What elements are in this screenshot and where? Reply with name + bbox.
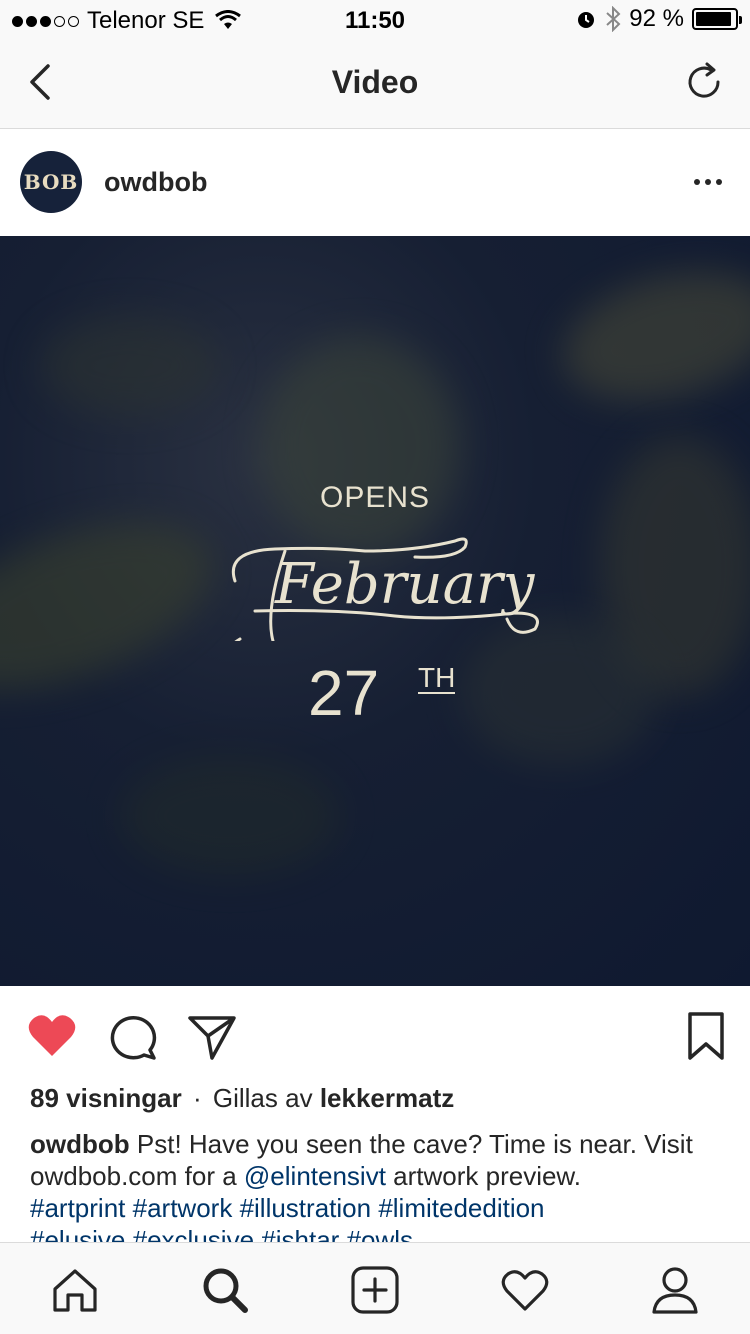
- profile-icon[interactable]: [650, 1265, 700, 1315]
- caption-mention[interactable]: @elintensivt: [244, 1161, 386, 1191]
- search-icon[interactable]: [200, 1265, 250, 1315]
- hashtag[interactable]: #owls: [347, 1225, 413, 1242]
- comment-icon[interactable]: [106, 1010, 158, 1062]
- video-month-text: February: [274, 552, 536, 617]
- hashtag[interactable]: #exclusive: [133, 1225, 254, 1242]
- post-actions: [0, 986, 750, 1082]
- tab-bar: [0, 1242, 750, 1334]
- hashtag[interactable]: #illustration: [240, 1193, 372, 1223]
- video-opens-text: OPENS: [319, 481, 431, 514]
- video-script-text: February: [232, 537, 539, 641]
- bluetooth-icon: [606, 6, 621, 32]
- hashtag[interactable]: #elusive: [30, 1225, 125, 1242]
- battery-percent: 92 %: [629, 5, 684, 32]
- hashtag[interactable]: #ishtar: [261, 1225, 339, 1242]
- new-post-icon[interactable]: [350, 1265, 400, 1315]
- post-username[interactable]: owdbob: [104, 167, 207, 198]
- caption-username[interactable]: owdbob: [30, 1129, 130, 1159]
- avatar-logo-text: BOB: [23, 170, 79, 194]
- battery-icon: [692, 8, 742, 30]
- caption-text-2: artwork preview.: [393, 1161, 581, 1191]
- separator-dot: ·: [192, 1083, 202, 1113]
- video-player[interactable]: OPENS February 27 TH: [0, 236, 750, 986]
- alarm-icon: [578, 12, 595, 28]
- more-options-icon[interactable]: [694, 179, 722, 185]
- bookmark-icon[interactable]: [680, 1010, 732, 1062]
- video-day-text: 27: [308, 657, 380, 729]
- share-direct-icon[interactable]: [186, 1010, 238, 1062]
- hashtag[interactable]: #artwork: [133, 1193, 233, 1223]
- liked-by-user[interactable]: lekkermatz: [320, 1083, 454, 1113]
- hashtag[interactable]: #limitededition: [378, 1193, 544, 1223]
- refresh-icon[interactable]: [682, 60, 726, 104]
- liked-by-prefix: Gillas av: [212, 1083, 313, 1113]
- status-bar: Telenor SE 11:50 92 %: [0, 0, 750, 40]
- hashtag[interactable]: #artprint: [30, 1193, 125, 1223]
- post-caption: owdbob Pst! Have you seen the cave? Time…: [30, 1128, 730, 1242]
- video-day-suffix: TH: [418, 662, 456, 694]
- post-stats: 89 visningar · Gillas av lekkermatz: [30, 1082, 730, 1114]
- view-count: 89 visningar: [30, 1083, 182, 1113]
- activity-heart-icon[interactable]: [500, 1265, 550, 1315]
- page-title: Video: [331, 64, 419, 100]
- home-icon[interactable]: [50, 1265, 100, 1315]
- navigation-bar: Video: [0, 40, 750, 129]
- avatar[interactable]: BOB: [20, 151, 82, 213]
- post-header: BOB owdbob: [0, 129, 750, 236]
- heart-filled-icon[interactable]: [26, 1010, 78, 1062]
